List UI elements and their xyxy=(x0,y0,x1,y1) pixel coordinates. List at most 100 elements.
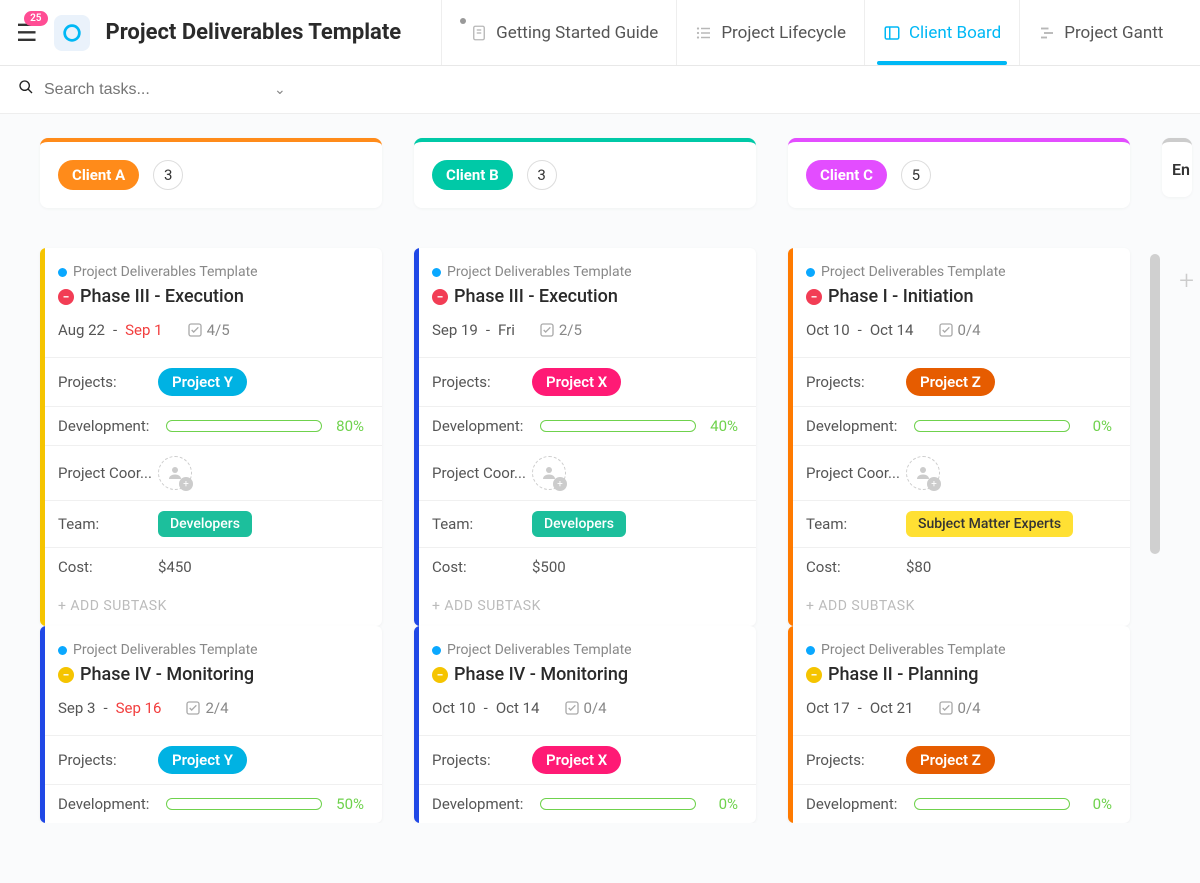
pin-icon xyxy=(460,18,466,24)
start-date: Sep 19 xyxy=(432,321,478,339)
task-card[interactable]: Project Deliverables Template −Phase III… xyxy=(40,248,382,626)
workspace-logo[interactable] xyxy=(54,15,90,51)
column-header[interactable]: Client B 3 xyxy=(414,138,756,208)
doc-icon xyxy=(470,24,488,42)
cost-value: $450 xyxy=(158,558,364,576)
project-chip[interactable]: Project Y xyxy=(158,746,247,774)
start-date: Aug 22 xyxy=(58,321,105,339)
task-card[interactable]: Project Deliverables Template −Phase III… xyxy=(414,248,756,626)
card-title: Phase III - Execution xyxy=(454,286,618,307)
task-card[interactable]: Project Deliverables Template −Phase IV … xyxy=(414,626,756,823)
end-date: Fri xyxy=(498,321,515,339)
priority-icon: − xyxy=(58,667,74,683)
field-label: Team: xyxy=(58,515,158,533)
notification-badge: 25 xyxy=(24,11,47,26)
column-client-b: Client B 3 Project Deliverables Template… xyxy=(414,138,756,823)
end-date: Sep 16 xyxy=(116,699,162,717)
add-assignee-button[interactable]: + xyxy=(906,456,940,490)
card-title: Phase IV - Monitoring xyxy=(454,664,628,685)
board: Client A 3 Project Deliverables Template… xyxy=(0,114,1200,823)
tab-project-lifecycle[interactable]: Project Lifecycle xyxy=(676,0,864,65)
priority-icon: − xyxy=(432,289,448,305)
chevron-down-icon[interactable]: ⌄ xyxy=(274,82,286,98)
task-card[interactable]: Project Deliverables Template −Phase IV … xyxy=(40,626,382,823)
project-chip[interactable]: Project Y xyxy=(158,368,247,396)
date-range[interactable]: Oct 10 - Oct 14 0/4 xyxy=(806,321,1112,339)
card-title: Phase III - Execution xyxy=(80,286,244,307)
list-icon xyxy=(695,24,713,42)
end-date: Oct 14 xyxy=(870,321,914,339)
subtask-count: 4/5 xyxy=(187,321,230,339)
add-subtask-button[interactable]: + ADD SUBTASK xyxy=(40,586,382,626)
column-header[interactable]: Client C 5 xyxy=(788,138,1130,208)
date-range[interactable]: Oct 17 - Oct 21 0/4 xyxy=(806,699,1112,717)
template-label: Project Deliverables Template xyxy=(821,264,1006,280)
task-card[interactable]: Project Deliverables Template −Phase I -… xyxy=(788,248,1130,626)
template-label: Project Deliverables Template xyxy=(821,642,1006,658)
add-assignee-button[interactable]: + xyxy=(158,456,192,490)
scrollbar-thumb[interactable] xyxy=(1150,254,1160,554)
date-range[interactable]: Aug 22 - Sep 1 4/5 xyxy=(58,321,364,339)
card-title: Phase II - Planning xyxy=(828,664,978,685)
start-date: Oct 10 xyxy=(432,699,476,717)
search-bar: ⌄ xyxy=(0,66,1200,114)
date-range[interactable]: Sep 3 - Sep 16 2/4 xyxy=(58,699,364,717)
date-range[interactable]: Oct 10 - Oct 14 0/4 xyxy=(432,699,738,717)
project-chip[interactable]: Project Z xyxy=(906,746,995,774)
progress-pct: 80% xyxy=(330,417,364,435)
add-column-button[interactable]: + xyxy=(1179,266,1194,296)
column-header[interactable]: En xyxy=(1162,138,1192,197)
cost-value: $80 xyxy=(906,558,1112,576)
search-input[interactable] xyxy=(44,81,264,99)
subtask-count: 0/4 xyxy=(938,321,981,339)
project-chip[interactable]: Project Z xyxy=(906,368,995,396)
card-title: Phase IV - Monitoring xyxy=(80,664,254,685)
end-date: Sep 1 xyxy=(125,321,162,339)
field-label: Development: xyxy=(806,417,906,435)
gantt-icon xyxy=(1038,24,1056,42)
client-chip: Client C xyxy=(806,160,887,190)
progress-bar xyxy=(166,798,322,810)
field-label: Development: xyxy=(58,795,158,813)
add-subtask-button[interactable]: + ADD SUBTASK xyxy=(414,586,756,626)
task-card[interactable]: Project Deliverables Template −Phase II … xyxy=(788,626,1130,823)
tab-client-board[interactable]: Client Board xyxy=(864,0,1019,65)
add-subtask-button[interactable]: + ADD SUBTASK xyxy=(788,586,1130,626)
end-date: Oct 21 xyxy=(870,699,914,717)
progress-bar xyxy=(540,798,696,810)
field-label: Projects: xyxy=(432,373,532,391)
progress-bar xyxy=(914,798,1070,810)
field-label: Projects: xyxy=(806,373,906,391)
add-assignee-button[interactable]: + xyxy=(532,456,566,490)
team-chip[interactable]: Subject Matter Experts xyxy=(906,511,1073,537)
team-chip[interactable]: Developers xyxy=(158,511,252,537)
field-label: Cost: xyxy=(58,558,158,576)
start-date: Oct 10 xyxy=(806,321,850,339)
field-label: Projects: xyxy=(58,373,158,391)
column-client-a: Client A 3 Project Deliverables Template… xyxy=(40,138,382,823)
field-label: Project Coor... xyxy=(58,464,158,482)
tab-project-gantt[interactable]: Project Gantt xyxy=(1019,0,1181,65)
column-header[interactable]: Client A 3 xyxy=(40,138,382,208)
date-range[interactable]: Sep 19 - Fri 2/5 xyxy=(432,321,738,339)
tab-getting-started[interactable]: Getting Started Guide xyxy=(441,0,676,65)
tab-label: Project Gantt xyxy=(1064,23,1163,43)
field-label: Project Coor... xyxy=(806,464,906,482)
search-icon[interactable] xyxy=(18,79,34,100)
field-label: Projects: xyxy=(58,751,158,769)
subtask-count: 2/4 xyxy=(185,699,228,717)
field-label: Development: xyxy=(432,795,532,813)
menu-button[interactable]: ☰ 25 xyxy=(16,19,38,47)
subtask-count: 0/4 xyxy=(938,699,981,717)
client-chip: Client A xyxy=(58,160,139,190)
team-chip[interactable]: Developers xyxy=(532,511,626,537)
field-label: Team: xyxy=(806,515,906,533)
priority-icon: − xyxy=(806,667,822,683)
project-chip[interactable]: Project X xyxy=(532,368,621,396)
progress-pct: 0% xyxy=(704,795,738,813)
logo-circle-icon xyxy=(61,22,83,44)
project-chip[interactable]: Project X xyxy=(532,746,621,774)
field-label: Cost: xyxy=(806,558,906,576)
column-client-c: Client C 5 Project Deliverables Template… xyxy=(788,138,1130,823)
board-icon xyxy=(883,24,901,42)
